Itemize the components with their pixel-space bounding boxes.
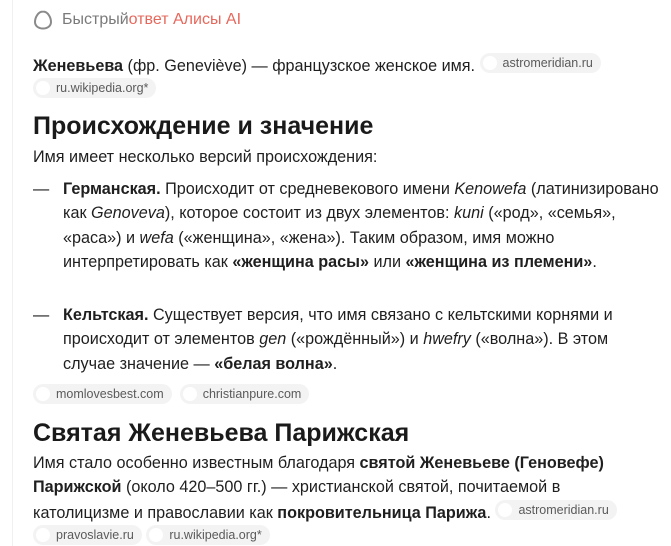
- favicon-icon: [482, 56, 497, 70]
- source-label: ru.wikipedia.org*: [169, 528, 262, 543]
- favicon-icon: [36, 387, 50, 401]
- favicon-icon: [36, 528, 50, 543]
- favicon-icon: [36, 81, 50, 96]
- answer-card: Быстрый ответ Алисы AI Женевьева (фр. Ge…: [12, 0, 671, 546]
- section-title-saint: Святая Женевьева Парижская: [33, 419, 410, 447]
- text-run: Происходит от средневекового имени: [160, 180, 455, 198]
- bold-text: «женщина расы»: [232, 253, 369, 272]
- intro-paragraph: Женевьева (фр. Geneviève) — французское …: [33, 53, 661, 104]
- source-row: momlovesbest.com christianpure.com: [33, 384, 310, 404]
- italic-term: Genoveva: [91, 204, 165, 223]
- italic-term: hwefry: [423, 330, 471, 349]
- bold-text: «женщина из племени»: [405, 253, 593, 272]
- section-title-origin: Происхождение и значение: [33, 112, 374, 140]
- source-chip[interactable]: astromeridian.ru: [479, 53, 601, 73]
- source-chip[interactable]: astromeridian.ru: [495, 499, 617, 520]
- intro-name: Женевьева: [33, 57, 124, 75]
- bold-text: покровительница Парижа: [277, 503, 487, 522]
- alice-icon: [33, 9, 53, 31]
- list-dash: —: [33, 180, 50, 198]
- text-run: ), которое состоит из двух элементов:: [164, 204, 455, 223]
- source-chip[interactable]: ru.wikipedia.org*: [146, 525, 270, 546]
- source-label: christianpure.com: [202, 387, 302, 401]
- favicon-icon: [149, 528, 164, 543]
- source-chip[interactable]: momlovesbest.com: [33, 384, 172, 404]
- source-chip[interactable]: christianpure.com: [179, 384, 310, 404]
- saint-paragraph: Имя стало особенно известным благодаря с…: [33, 451, 661, 546]
- italic-term: Kenowefa: [454, 180, 527, 198]
- favicon-icon: [498, 502, 513, 517]
- text-run: или: [369, 253, 406, 272]
- header-title-accent: ответ Алисы AI: [128, 11, 242, 28]
- text-run: Имя стало особенно известным благодаря: [33, 454, 360, 472]
- bold-text: Кельтская.: [63, 306, 149, 324]
- text-run: .: [486, 503, 496, 522]
- text-run: .: [332, 354, 338, 373]
- source-label: astromeridian.ru: [518, 502, 609, 517]
- origin-lead: Имя имеет несколько версий происхождения…: [33, 148, 378, 166]
- text-run: («рождённый») и: [286, 330, 424, 349]
- italic-term: gen: [259, 330, 287, 349]
- bold-text: Германская.: [63, 180, 161, 198]
- list-dash: —: [33, 306, 50, 324]
- text-run: .: [592, 253, 597, 272]
- list-item: — Германская. Происходит от средневеково…: [33, 177, 661, 275]
- source-label: astromeridian.ru: [502, 56, 593, 70]
- italic-term: kuni: [454, 204, 484, 223]
- list-item-text: Кельтская. Существует версия, что имя св…: [63, 303, 661, 376]
- source-chip[interactable]: pravoslavie.ru: [33, 525, 142, 546]
- source-label: pravoslavie.ru: [56, 528, 134, 543]
- source-label: momlovesbest.com: [56, 387, 164, 401]
- list-item-text: Германская. Происходит от средневекового…: [63, 177, 661, 275]
- favicon-icon: [182, 387, 197, 401]
- italic-term: wefa: [139, 228, 174, 247]
- answer-header: Быстрый ответ Алисы AI: [33, 7, 241, 33]
- list-item: — Кельтская. Существует версия, что имя …: [33, 303, 661, 376]
- source-chip[interactable]: ru.wikipedia.org*: [33, 78, 157, 99]
- source-label: ru.wikipedia.org*: [56, 81, 149, 96]
- header-title-plain: Быстрый: [62, 11, 129, 28]
- intro-text: (фр. Geneviève) — французское женское им…: [123, 57, 480, 75]
- bold-text: «белая волна»: [214, 354, 333, 373]
